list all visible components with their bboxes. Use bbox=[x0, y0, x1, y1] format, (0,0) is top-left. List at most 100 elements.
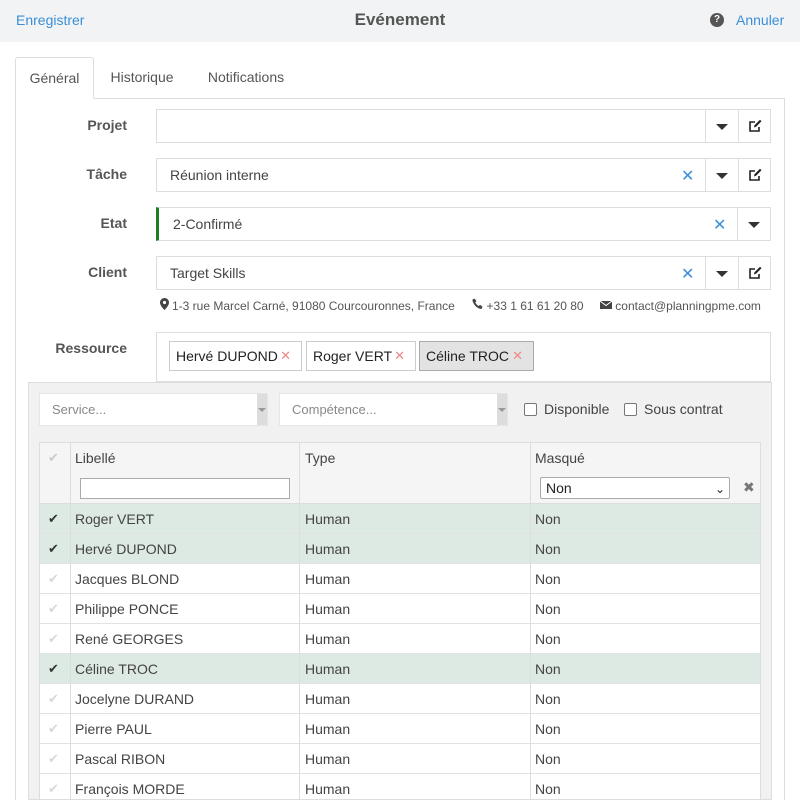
table-row[interactable]: ✔ Hervé DUPOND Human Non bbox=[40, 534, 760, 564]
phone-icon bbox=[471, 298, 484, 313]
cell-masque: Non bbox=[535, 781, 561, 797]
sous-contrat-checkbox[interactable] bbox=[624, 403, 637, 416]
cell-libelle: François MORDE bbox=[75, 781, 185, 797]
cell-libelle: Roger VERT bbox=[75, 511, 155, 527]
resource-chip-label: Hervé DUPOND bbox=[176, 348, 278, 364]
tache-value: Réunion interne bbox=[170, 167, 269, 183]
client-dropdown-icon[interactable] bbox=[706, 257, 738, 289]
table-row[interactable]: ✔ Jocelyne DURAND Human Non bbox=[40, 684, 760, 714]
tache-clear-icon[interactable]: ✕ bbox=[681, 166, 694, 186]
table-row[interactable]: ✔ Céline TROC Human Non bbox=[40, 654, 760, 684]
row-check-icon[interactable]: ✔ bbox=[48, 601, 59, 617]
top-bar: Enregistrer Evénement ? Annuler bbox=[0, 0, 800, 42]
column-divider bbox=[299, 443, 300, 799]
table-row[interactable]: ✔ René GEORGES Human Non bbox=[40, 624, 760, 654]
cell-libelle: Céline TROC bbox=[75, 661, 158, 677]
ressource-label: Ressource bbox=[55, 340, 127, 356]
client-contact-info: 1-3 rue Marcel Carné, 91080 Courcouronne… bbox=[160, 298, 761, 313]
tab-general[interactable]: Général bbox=[15, 57, 94, 99]
table-row[interactable]: ✔ Pascal RIBON Human Non bbox=[40, 744, 760, 774]
projet-field[interactable] bbox=[156, 109, 771, 143]
client-value: Target Skills bbox=[170, 265, 246, 281]
cell-type: Human bbox=[305, 781, 351, 797]
tab-historique[interactable]: Historique bbox=[96, 57, 188, 99]
etat-clear-icon[interactable]: ✕ bbox=[713, 215, 726, 235]
table-row[interactable]: ✔ Roger VERT Human Non bbox=[40, 504, 760, 534]
row-check-icon[interactable]: ✔ bbox=[48, 781, 59, 797]
panel-border-left bbox=[15, 98, 16, 800]
column-header-masque[interactable]: Masqué bbox=[535, 450, 585, 466]
help-icon[interactable]: ? bbox=[710, 13, 724, 27]
row-check-icon[interactable]: ✔ bbox=[48, 751, 59, 767]
row-check-icon[interactable]: ✔ bbox=[48, 661, 59, 677]
cancel-button[interactable]: Annuler bbox=[736, 12, 784, 28]
libelle-filter-input[interactable] bbox=[80, 478, 290, 499]
resource-chip[interactable]: Roger VERT ✕ bbox=[306, 341, 416, 371]
client-field[interactable]: Target Skills ✕ bbox=[156, 256, 771, 290]
disponible-checkbox[interactable] bbox=[524, 403, 537, 416]
cell-type: Human bbox=[305, 631, 351, 647]
column-divider bbox=[70, 443, 71, 799]
table-row[interactable]: ✔ Pierre PAUL Human Non bbox=[40, 714, 760, 744]
remove-chip-icon[interactable]: ✕ bbox=[394, 342, 405, 370]
tache-field[interactable]: Réunion interne ✕ bbox=[156, 158, 771, 192]
row-check-icon[interactable]: ✔ bbox=[48, 721, 59, 737]
cell-masque: Non bbox=[535, 631, 561, 647]
cell-type: Human bbox=[305, 661, 351, 677]
cell-type: Human bbox=[305, 601, 351, 617]
table-row[interactable]: ✔ Philippe PONCE Human Non bbox=[40, 594, 760, 624]
cell-masque: Non bbox=[535, 601, 561, 617]
row-check-icon[interactable]: ✔ bbox=[48, 571, 59, 587]
disponible-label[interactable]: Disponible bbox=[544, 401, 609, 417]
remove-chip-icon[interactable]: ✕ bbox=[280, 342, 291, 370]
tache-edit-icon[interactable] bbox=[739, 159, 771, 191]
remove-chip-icon[interactable]: ✕ bbox=[512, 342, 523, 370]
column-header-type[interactable]: Type bbox=[305, 450, 335, 466]
column-header-libelle[interactable]: Libellé bbox=[75, 450, 115, 466]
projet-edit-icon[interactable] bbox=[739, 110, 771, 142]
etat-value: 2-Confirmé bbox=[173, 216, 243, 232]
table-row[interactable]: ✔ François MORDE Human Non bbox=[40, 774, 760, 799]
tab-notifications[interactable]: Notifications bbox=[192, 57, 300, 99]
cell-libelle: Jocelyne DURAND bbox=[75, 691, 195, 707]
resource-table: ✔ Libellé Type Masqué Non ⌄ ✖ ✔ Roger VER… bbox=[39, 442, 761, 800]
column-divider bbox=[530, 443, 531, 799]
client-clear-icon[interactable]: ✕ bbox=[681, 264, 694, 284]
row-check-icon[interactable]: ✔ bbox=[48, 541, 59, 557]
row-check-icon[interactable]: ✔ bbox=[48, 511, 59, 527]
page-title: Evénement bbox=[354, 10, 446, 29]
resource-chip[interactable]: Hervé DUPOND ✕ bbox=[169, 341, 302, 371]
competence-select[interactable]: Compétence... bbox=[279, 393, 508, 426]
row-check-icon[interactable]: ✔ bbox=[48, 631, 59, 647]
cell-masque: Non bbox=[535, 571, 561, 587]
projet-label: Projet bbox=[87, 117, 127, 133]
service-select[interactable]: Service... bbox=[39, 393, 268, 426]
masque-filter-value: Non bbox=[546, 480, 572, 496]
resource-chip[interactable]: Céline TROC ✕ bbox=[419, 341, 534, 371]
cell-type: Human bbox=[305, 571, 351, 587]
clear-filter-icon[interactable]: ✖ bbox=[743, 479, 755, 496]
cell-libelle: Pascal RIBON bbox=[75, 751, 166, 767]
competence-placeholder: Compétence... bbox=[292, 402, 377, 417]
table-header: ✔ Libellé Type Masqué Non ⌄ ✖ bbox=[40, 443, 760, 504]
client-email[interactable]: contact@planningpme.com bbox=[615, 299, 761, 313]
panel-border-right bbox=[784, 98, 785, 800]
client-phone[interactable]: +33 1 61 61 20 80 bbox=[487, 299, 584, 313]
etat-dropdown-icon[interactable] bbox=[738, 208, 770, 240]
client-edit-icon[interactable] bbox=[739, 257, 771, 289]
etat-label: Etat bbox=[100, 215, 127, 231]
projet-dropdown-icon[interactable] bbox=[706, 110, 738, 142]
cell-masque: Non bbox=[535, 661, 561, 677]
cell-masque: Non bbox=[535, 691, 561, 707]
cell-masque: Non bbox=[535, 721, 561, 737]
cell-libelle: René GEORGES bbox=[75, 631, 184, 647]
tache-dropdown-icon[interactable] bbox=[706, 159, 738, 191]
sous-contrat-label[interactable]: Sous contrat bbox=[644, 401, 723, 417]
masque-filter-select[interactable]: Non ⌄ bbox=[540, 477, 730, 499]
ressource-field[interactable]: Hervé DUPOND ✕ Roger VERT ✕ Céline TROC … bbox=[156, 332, 771, 382]
row-check-icon[interactable]: ✔ bbox=[48, 691, 59, 707]
table-row[interactable]: ✔ Jacques BLOND Human Non bbox=[40, 564, 760, 594]
cell-libelle: Jacques BLOND bbox=[75, 571, 180, 587]
etat-field[interactable]: 2-Confirmé ✕ bbox=[156, 207, 771, 241]
select-all-check-icon[interactable]: ✔ bbox=[48, 450, 59, 466]
